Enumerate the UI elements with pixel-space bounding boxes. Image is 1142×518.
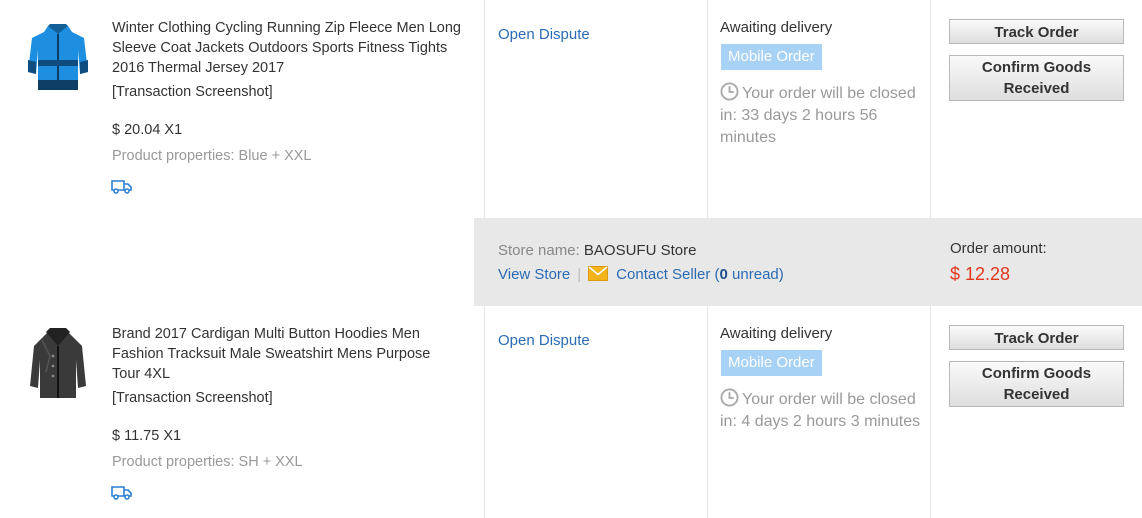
- mobile-order-badge: Mobile Order: [721, 44, 822, 70]
- view-store-link[interactable]: View Store: [498, 266, 570, 283]
- column-divider: [484, 0, 485, 218]
- store-name: BAOSUFU Store: [583, 242, 697, 259]
- column-divider: [930, 0, 931, 218]
- track-order-button[interactable]: Track Order: [949, 325, 1124, 350]
- clock-icon: [720, 82, 739, 101]
- product-properties: Product properties: SH + XXL: [112, 454, 303, 470]
- store-name-row: Store name: BAOSUFU Store: [498, 242, 696, 259]
- clock-icon: [720, 388, 739, 407]
- product-title-link[interactable]: Winter Clothing Cycling Running Zip Flee…: [112, 18, 462, 78]
- open-dispute-link[interactable]: Open Dispute: [498, 332, 590, 349]
- envelope-icon[interactable]: [588, 266, 609, 281]
- unread-suffix: unread): [727, 266, 784, 283]
- order-amount-label: Order amount:: [950, 240, 1047, 257]
- contact-seller-link[interactable]: Contact Seller (0 unread): [616, 266, 784, 283]
- column-divider: [484, 306, 485, 518]
- order-row: Winter Clothing Cycling Running Zip Flee…: [0, 0, 1142, 218]
- unread-count: 0: [719, 266, 728, 283]
- track-order-button[interactable]: Track Order: [949, 19, 1124, 44]
- column-divider: [707, 306, 708, 518]
- countdown-text: Your order will be closed in: 4 days 2 h…: [720, 391, 921, 430]
- order-status: Awaiting delivery: [720, 19, 833, 36]
- order-countdown: Your order will be closed in: 4 days 2 h…: [720, 388, 930, 433]
- open-dispute-link[interactable]: Open Dispute: [498, 26, 590, 43]
- product-title-link[interactable]: Brand 2017 Cardigan Multi Button Hoodies…: [112, 324, 462, 384]
- countdown-text: Your order will be closed in: 33 days 2 …: [720, 85, 916, 146]
- link-separator: |: [577, 266, 582, 283]
- transaction-screenshot-link[interactable]: [Transaction Screenshot]: [112, 84, 273, 100]
- product-thumbnail-blue-jacket[interactable]: [22, 20, 94, 96]
- order-amount-value: $ 12.28: [950, 264, 1011, 284]
- order-countdown: Your order will be closed in: 33 days 2 …: [720, 82, 930, 149]
- transaction-screenshot-link[interactable]: [Transaction Screenshot]: [112, 390, 273, 406]
- product-price: $ 20.04 X1: [112, 122, 183, 138]
- confirm-goods-received-button[interactable]: Confirm Goods Received: [949, 55, 1124, 101]
- truck-icon[interactable]: [111, 177, 133, 195]
- store-name-label: Store name:: [498, 242, 580, 259]
- product-properties: Product properties: Blue + XXL: [112, 148, 312, 164]
- truck-icon[interactable]: [111, 483, 133, 501]
- store-summary-bar: Store name: BAOSUFU Store View Store | Co…: [474, 218, 1142, 306]
- order-status: Awaiting delivery: [720, 325, 833, 342]
- column-divider: [930, 306, 931, 518]
- store-links: View Store | Contact Seller (0 unread): [498, 266, 784, 283]
- product-price: $ 11.75 X1: [112, 428, 182, 444]
- contact-seller-label: Contact Seller (: [616, 266, 720, 283]
- product-thumbnail-grey-hoodie[interactable]: [22, 326, 94, 402]
- order-row: Brand 2017 Cardigan Multi Button Hoodies…: [0, 306, 1142, 518]
- column-divider: [707, 0, 708, 218]
- confirm-goods-received-button[interactable]: Confirm Goods Received: [949, 361, 1124, 407]
- mobile-order-badge: Mobile Order: [721, 350, 822, 376]
